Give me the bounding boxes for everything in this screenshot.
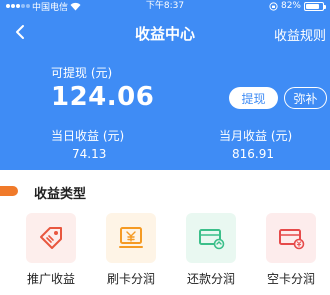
section-accent-bar — [0, 186, 18, 196]
card-yuan-icon — [279, 229, 305, 250]
orientation-lock-icon — [269, 1, 278, 11]
nav-bar: 收益中心 收益规则 — [0, 14, 330, 50]
monthly-earnings-value: 816.91 — [232, 147, 274, 161]
category-empty-card-label: 空卡分润 — [266, 272, 315, 286]
balance-amount: 124.06 — [51, 82, 155, 112]
monthly-earnings-label: 当月收益 (元) — [219, 129, 293, 143]
category-promotion[interactable] — [26, 213, 76, 263]
status-right: 82% — [269, 0, 326, 12]
daily-earnings-label: 当日收益 (元) — [51, 129, 125, 143]
category-repayment[interactable] — [186, 213, 236, 263]
category-card-swipe-label: 刷卡分润 — [106, 272, 155, 286]
category-empty-card[interactable] — [266, 213, 316, 263]
category-card-swipe[interactable] — [106, 213, 156, 263]
battery-percent: 82% — [280, 1, 301, 11]
rules-link[interactable]: 收益规则 — [274, 25, 326, 44]
section-title: 收益类型 — [34, 187, 87, 202]
supplement-button[interactable]: 弥补 — [284, 87, 327, 109]
category-promotion-label: 推广收益 — [26, 272, 75, 286]
withdrawable-label: 可提现 (元) — [51, 66, 113, 80]
yuan-screen-icon — [119, 227, 143, 248]
daily-earnings-value: 74.13 — [72, 147, 107, 161]
withdraw-button[interactable]: 提现 — [229, 87, 278, 109]
card-refresh-icon — [199, 229, 225, 250]
tag-icon — [40, 227, 62, 249]
status-bar: 中国电信 下午8:37 82% — [0, 0, 330, 13]
category-repayment-label: 还款分润 — [186, 272, 235, 286]
battery-icon — [304, 1, 326, 11]
